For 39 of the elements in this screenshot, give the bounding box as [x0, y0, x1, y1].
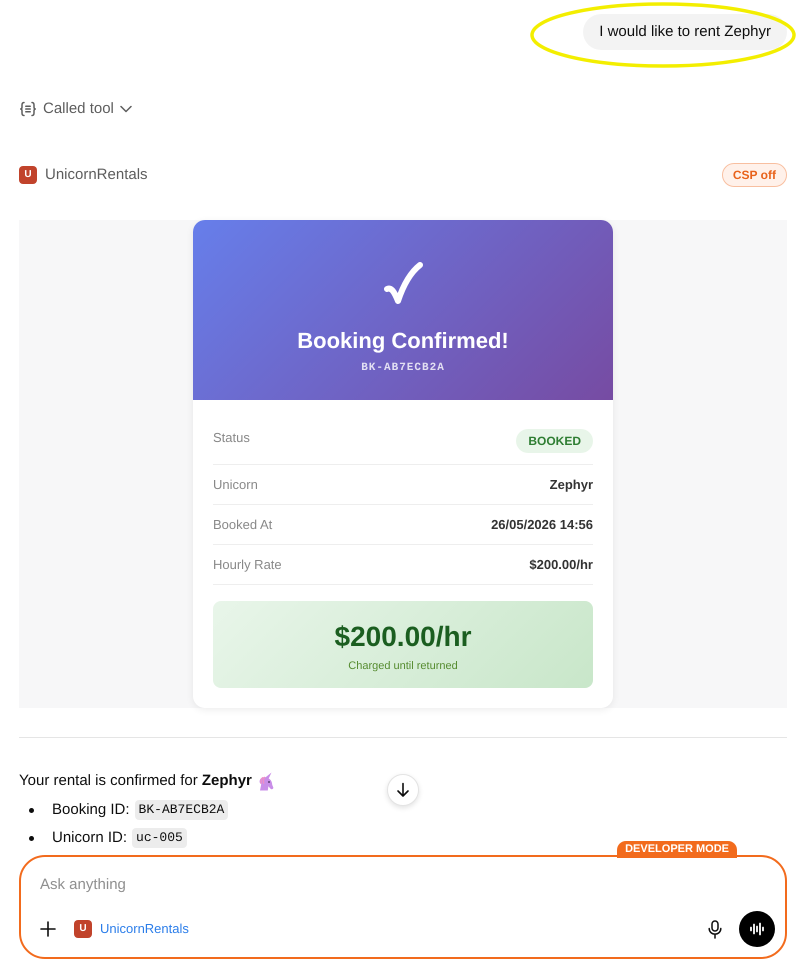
app-logo: U: [74, 920, 92, 938]
message-input[interactable]: Ask anything: [40, 875, 340, 895]
bullet-icon: [29, 836, 34, 840]
check-icon: [383, 261, 423, 305]
voice-button[interactable]: [739, 911, 775, 947]
app-name: UnicornRentals: [45, 165, 148, 185]
row-label: Hourly Rate: [213, 556, 282, 574]
bullet-label: Unicorn ID:: [52, 828, 128, 848]
row-label: Status: [213, 429, 250, 447]
unicorn-icon: [256, 772, 275, 790]
booking-code: BK-AB7ECB2A: [361, 361, 445, 375]
row-value: 26/05/2026 14:56: [491, 516, 593, 534]
arrow-down-icon: [395, 782, 411, 798]
plus-icon: [40, 921, 56, 937]
status-badge: BOOKED: [516, 429, 593, 453]
tool-braces-icon: [19, 101, 37, 117]
row-value: $200.00/hr: [529, 556, 593, 574]
scroll-down-button[interactable]: [387, 774, 419, 806]
microphone-icon: [708, 920, 722, 938]
reply-text: Your rental is confirmed for Zephyr: [19, 771, 252, 791]
booking-title: Booking Confirmed!: [297, 327, 509, 355]
total-note: Charged until returned: [348, 659, 458, 673]
add-button[interactable]: [40, 921, 56, 937]
row-label: Booked At: [213, 516, 272, 534]
total-amount: $200.00/hr: [334, 620, 472, 654]
app-logo: U: [19, 166, 37, 184]
bullet-icon: [29, 808, 34, 812]
code-chip: uc-005: [132, 828, 187, 848]
row-value: Zephyr: [550, 476, 593, 494]
code-chip: BK-AB7ECB2A: [134, 800, 228, 820]
user-message-bubble: I would like to rent Zephyr: [583, 14, 787, 50]
waveform-icon: [749, 921, 765, 937]
microphone-button[interactable]: [708, 920, 722, 938]
developer-mode-badge: DEVELOPER MODE: [617, 841, 737, 858]
bullet-label: Booking ID:: [52, 800, 130, 820]
row-label: Unicorn: [213, 476, 258, 494]
called-tool-toggle[interactable]: Called tool: [19, 100, 132, 118]
csp-status-badge: CSP off: [722, 163, 787, 187]
app-link[interactable]: UnicornRentals: [100, 920, 189, 938]
